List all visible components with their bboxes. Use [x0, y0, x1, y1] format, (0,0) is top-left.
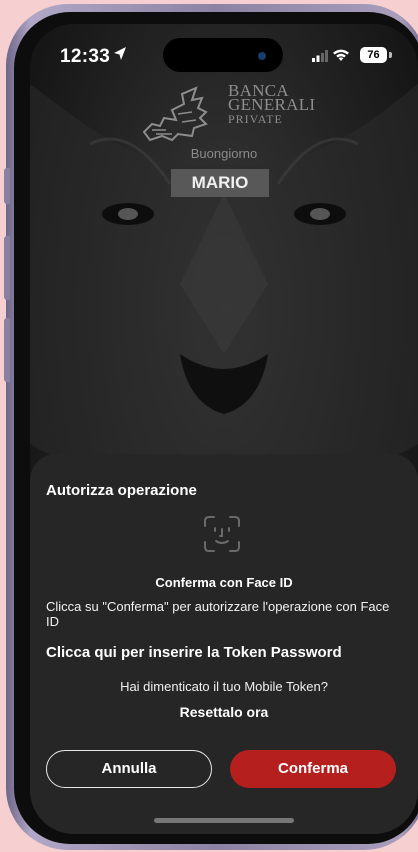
faceid-description: Clicca su "Conferma" per autorizzare l'o… — [46, 599, 390, 629]
battery-icon: 76 — [360, 47, 387, 63]
logo-line-3: PRIVATE — [228, 112, 283, 126]
cancel-button[interactable]: Annulla — [46, 750, 212, 788]
bank-logo-text: BANCA GENERALI PRIVATE — [228, 82, 316, 126]
screen: 12:33 76 BANCA GENERALI PRIVATE Buongior… — [30, 24, 418, 834]
face-id-icon — [204, 516, 240, 552]
authorize-sheet: Autorizza operazione Conferma con Face I… — [30, 454, 418, 834]
volume-down-button — [4, 318, 10, 382]
battery-tip — [389, 52, 392, 58]
status-time: 12:33 — [60, 46, 111, 67]
home-indicator[interactable] — [154, 818, 294, 823]
sheet-title: Autorizza operazione — [46, 482, 197, 499]
token-password-link[interactable]: Clicca qui per inserire la Token Passwor… — [46, 644, 342, 661]
location-arrow-icon — [114, 47, 126, 60]
reset-token-link[interactable]: Resettalo ora — [30, 704, 418, 720]
volume-up-button — [4, 236, 10, 300]
greeting-text: Buongiorno — [190, 146, 258, 161]
wifi-icon — [333, 49, 349, 61]
confirm-button[interactable]: Conferma — [230, 750, 396, 788]
mute-switch — [4, 168, 10, 204]
camera-indicator — [258, 52, 266, 60]
faceid-title: Conferma con Face ID — [155, 575, 293, 590]
user-name: MARIO — [171, 169, 269, 197]
forgot-token-text: Hai dimenticato il tuo Mobile Token? — [120, 679, 328, 694]
signal-icon — [312, 50, 328, 62]
logo-line-2: GENERALI — [228, 95, 316, 114]
